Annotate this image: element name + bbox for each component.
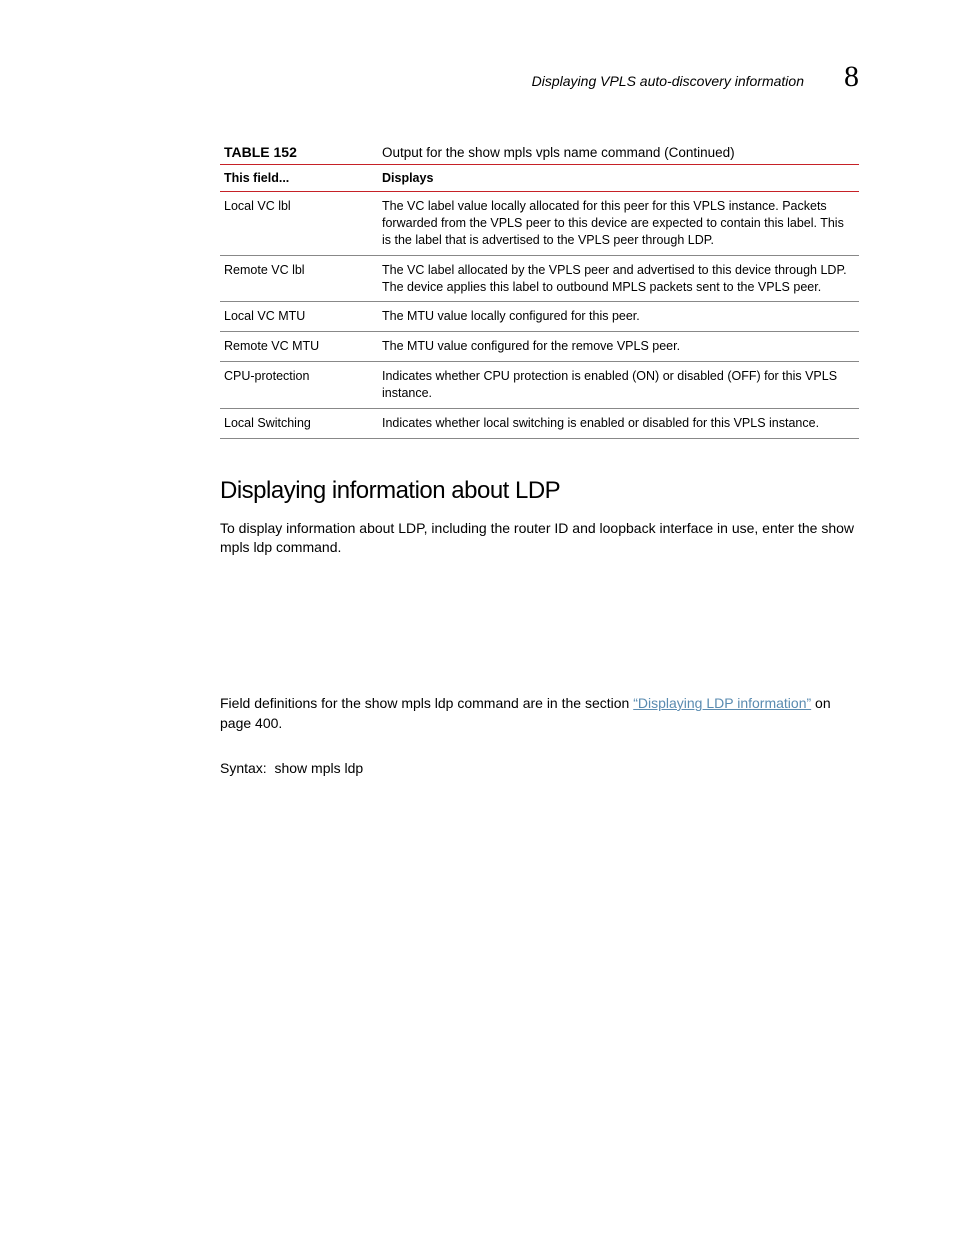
field-name: Local VC lbl: [220, 192, 378, 256]
table-title: Output for the show mpls vpls name comma…: [378, 144, 859, 165]
table-row: Remote VC lbl The VC label allocated by …: [220, 255, 859, 302]
field-name: Remote VC MTU: [220, 332, 378, 362]
syntax-line: Syntax: show mpls ldp: [220, 759, 859, 779]
table-header-row: This field... Displays: [220, 165, 859, 192]
crossref-link[interactable]: “Displaying LDP information”: [633, 695, 811, 711]
running-header: Displaying VPLS auto-discovery informati…: [220, 60, 859, 94]
field-name: Local VC MTU: [220, 302, 378, 332]
page-content: Displaying VPLS auto-discovery informati…: [0, 0, 954, 855]
table-row: Local Switching Indicates whether local …: [220, 408, 859, 438]
field-desc: Indicates whether local switching is ena…: [378, 408, 859, 438]
table-caption-row: TABLE 152 Output for the show mpls vpls …: [220, 144, 859, 165]
running-title: Displaying VPLS auto-discovery informati…: [532, 73, 804, 89]
table-row: CPU-protection Indicates whether CPU pro…: [220, 362, 859, 409]
col-header-field: This field...: [220, 165, 378, 192]
field-name: CPU-protection: [220, 362, 378, 409]
table-row: Remote VC MTU The MTU value configured f…: [220, 332, 859, 362]
table-row: Local VC lbl The VC label value locally …: [220, 192, 859, 256]
field-desc: The MTU value locally configured for thi…: [378, 302, 859, 332]
field-desc: The VC label allocated by the VPLS peer …: [378, 255, 859, 302]
field-desc: The MTU value configured for the remove …: [378, 332, 859, 362]
field-desc: Indicates whether CPU protection is enab…: [378, 362, 859, 409]
col-header-displays: Displays: [378, 165, 859, 192]
table-row: Local VC MTU The MTU value locally confi…: [220, 302, 859, 332]
table-label: TABLE 152: [220, 144, 378, 165]
field-desc: The VC label value locally allocated for…: [378, 192, 859, 256]
section-heading: Displaying information about LDP: [220, 477, 859, 505]
field-name: Remote VC lbl: [220, 255, 378, 302]
body-paragraph: Field definitions for the show mpls ldp …: [220, 694, 859, 733]
chapter-number: 8: [844, 60, 859, 94]
field-name: Local Switching: [220, 408, 378, 438]
body-paragraph: To display information about LDP, includ…: [220, 519, 859, 558]
text-run: Field definitions for the show mpls ldp …: [220, 695, 633, 711]
output-table: TABLE 152 Output for the show mpls vpls …: [220, 144, 859, 439]
spacer: [220, 574, 859, 694]
